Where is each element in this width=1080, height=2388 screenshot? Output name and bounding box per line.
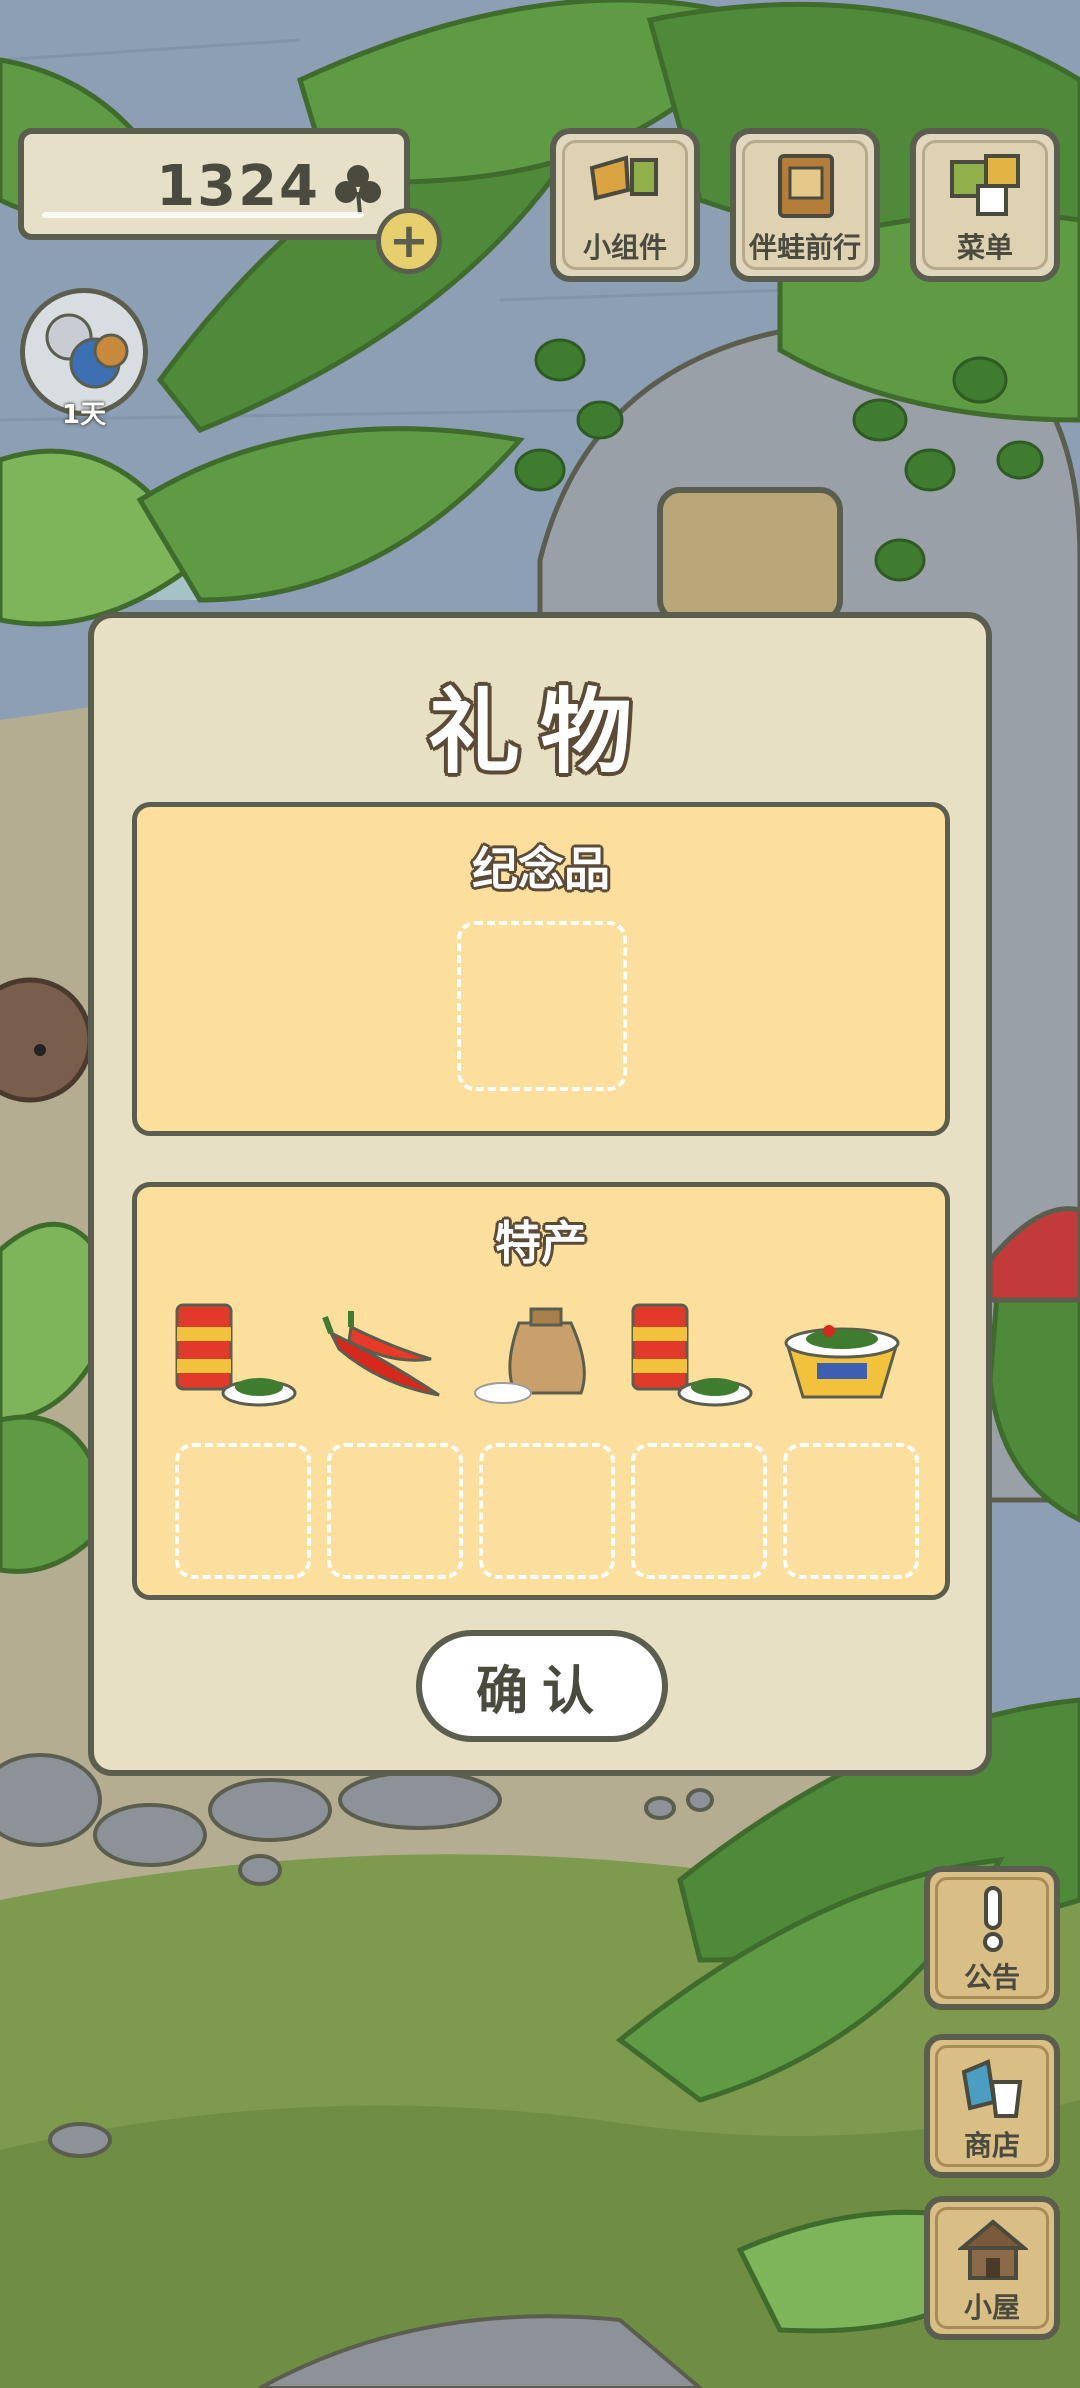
shop-bag-icon [961,2059,1023,2118]
clover-count: 1324 [156,154,320,219]
canned-food-icon-2[interactable] [625,1297,755,1407]
widget-label: 小组件 [582,231,667,264]
journal-icon [778,154,834,218]
frog-companion-label: 伴蛙前行 [748,231,861,264]
frog-companion-button[interactable]: 伴蛙前行 [730,128,880,282]
shop-label: 商店 [963,2129,1020,2162]
menu-label: 菜单 [956,231,1013,264]
day-count: 1天 [62,400,107,430]
canned-food-icon[interactable] [169,1297,299,1407]
counter-underline [42,212,364,218]
notice-button[interactable]: 公告 [924,1866,1060,2010]
souvenir-title: 纪念品 [472,842,610,896]
specialty-slot-3[interactable] [479,1443,615,1579]
chili-pepper-icon[interactable] [321,1297,451,1407]
specialty-title: 特产 [495,1216,587,1270]
add-clover-button[interactable]: + [376,208,442,274]
gift-dialog: 礼物 纪念品 特产 确认 [88,612,992,1776]
specialty-slot-1[interactable] [175,1443,311,1579]
menu-icon [950,154,1020,216]
menu-button[interactable]: 菜单 [910,128,1060,282]
specialty-panel: 特产 [132,1182,950,1600]
specialty-slot-4[interactable] [631,1443,767,1579]
souvenir-panel: 纪念品 [132,802,950,1136]
cabin-label: 小屋 [963,2291,1020,2324]
widget-button[interactable]: 小组件 [550,128,700,282]
cabin-button[interactable]: 小屋 [924,2196,1060,2340]
rice-sack-icon[interactable] [473,1297,603,1407]
exclamation-icon [983,1886,1003,1952]
clover-counter: 1324 [18,128,410,240]
widget-icon [589,155,658,201]
specialty-slot-5[interactable] [783,1443,919,1579]
clover-icon [335,165,381,215]
noodle-bowl-icon[interactable] [777,1297,907,1407]
plus-icon: + [388,213,430,269]
specialty-slot-2[interactable] [327,1443,463,1579]
confirm-button[interactable]: 确认 [416,1630,668,1742]
souvenir-slot[interactable] [457,921,627,1091]
notice-label: 公告 [963,1961,1020,1994]
house-icon [958,2219,1028,2280]
shop-button[interactable]: 商店 [924,2034,1060,2178]
dialog-title: 礼物 [427,679,652,786]
